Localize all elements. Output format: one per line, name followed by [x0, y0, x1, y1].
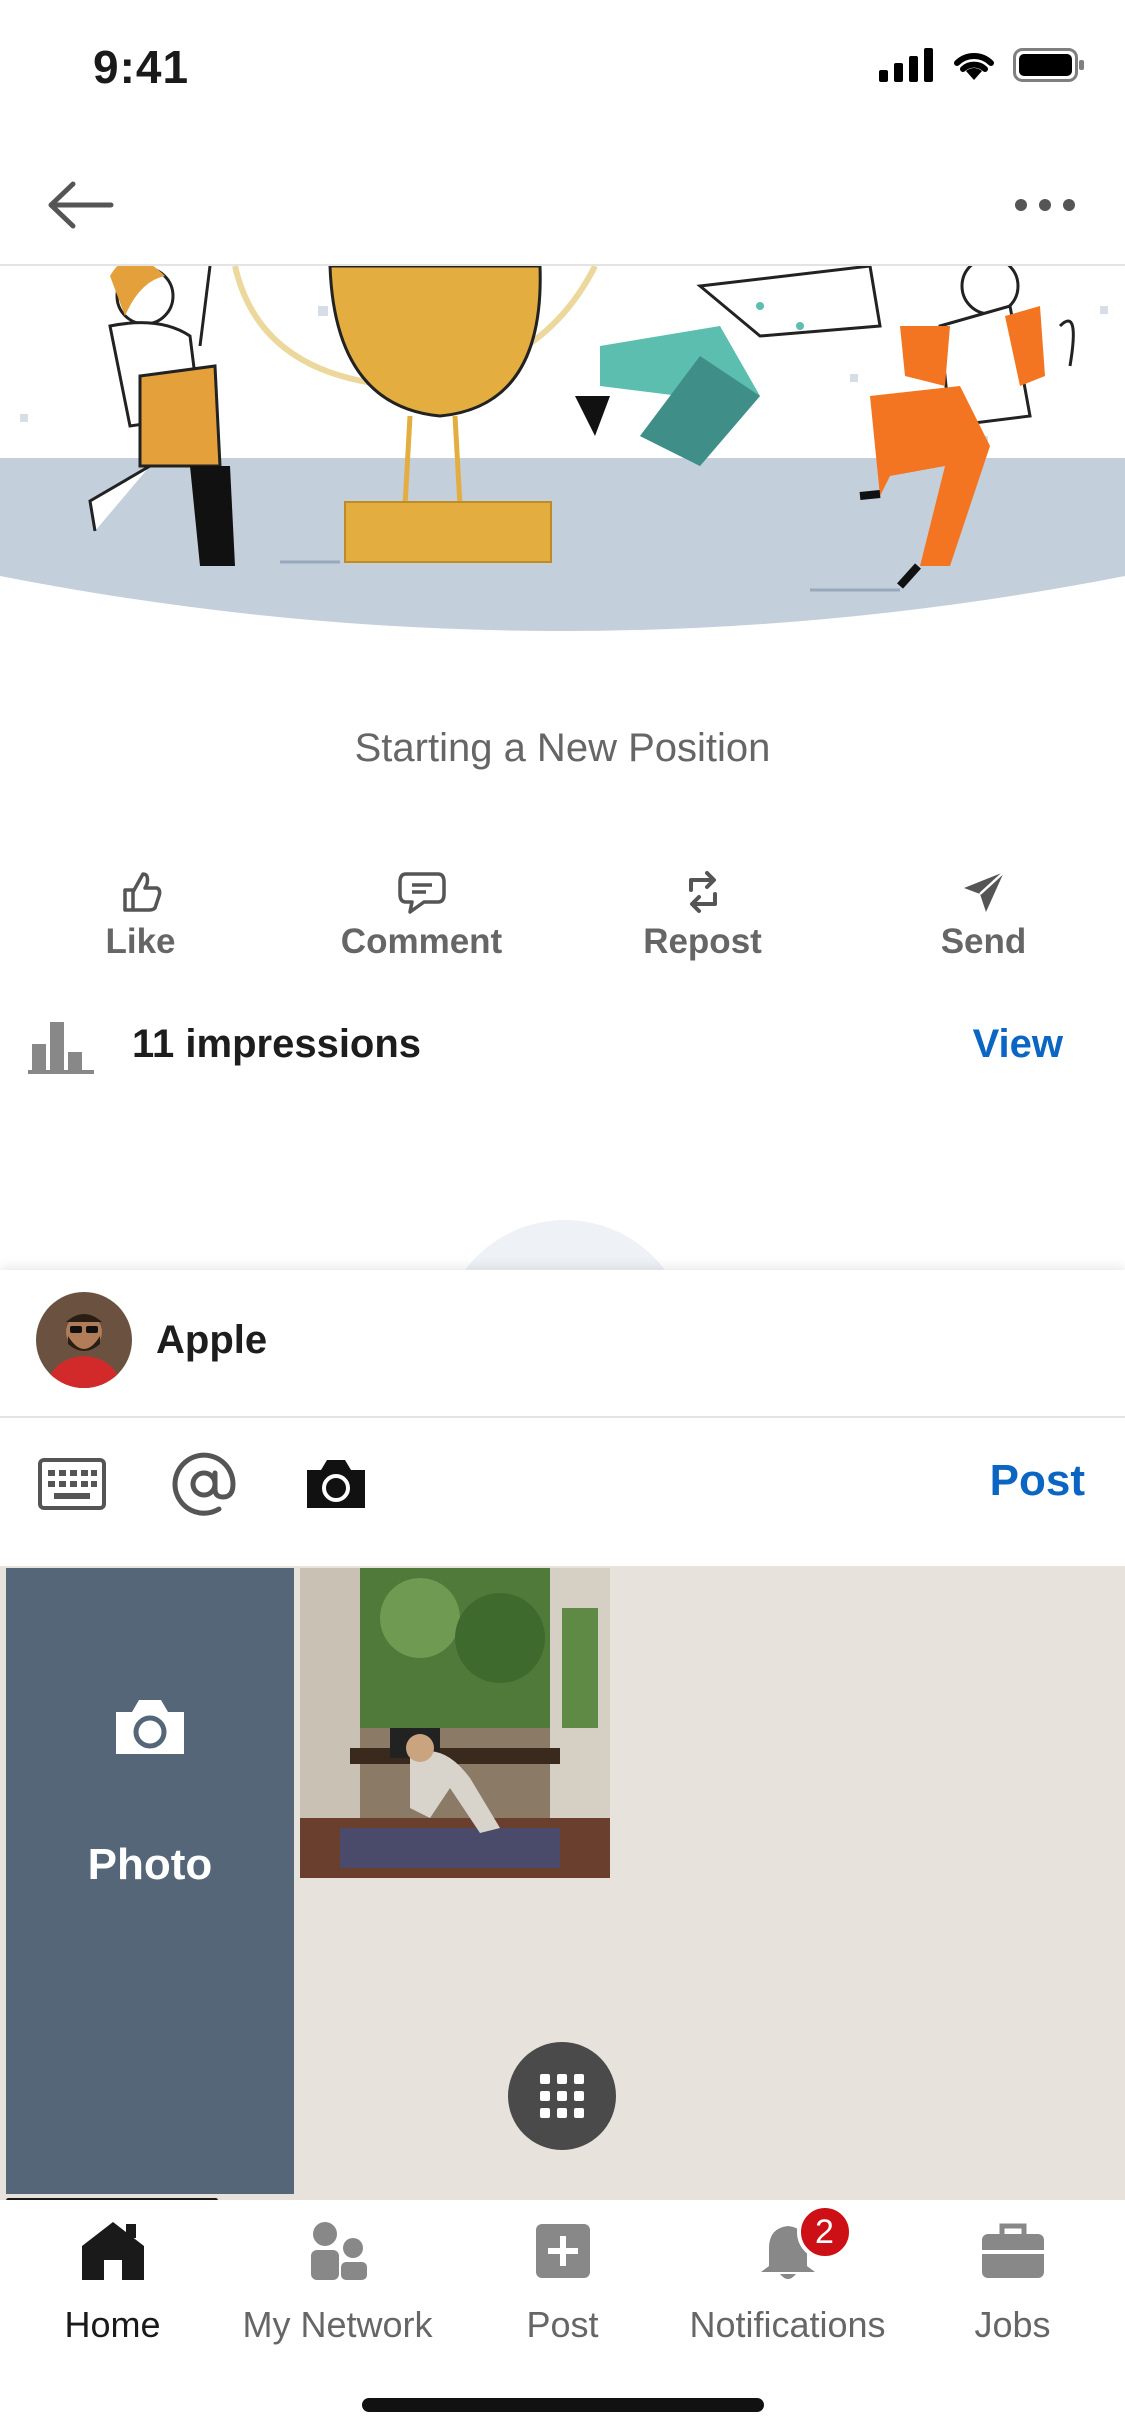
notification-badge: 2	[796, 2204, 853, 2260]
camera-icon	[307, 1460, 365, 1508]
back-button[interactable]	[40, 170, 120, 240]
thumbs-up-icon	[117, 868, 165, 916]
tab-home-label: Home	[64, 2304, 161, 2345]
view-impressions-link[interactable]: View	[973, 1022, 1063, 1067]
impressions-row: 11 impressions View	[0, 1010, 1125, 1080]
comment-label: Comment	[340, 922, 503, 961]
grid-menu-button[interactable]	[508, 2042, 616, 2150]
signal-icon	[879, 48, 933, 82]
media-picker: Photo	[0, 1566, 1125, 2203]
take-photo-tile[interactable]: Photo	[6, 1568, 294, 2194]
avatar	[36, 1292, 132, 1388]
camera-icon	[116, 1700, 184, 1754]
mention-button[interactable]	[168, 1448, 240, 1520]
tab-jobs[interactable]: Jobs	[900, 2216, 1125, 2346]
tab-post[interactable]: Post	[450, 2216, 675, 2346]
home-indicator	[362, 2398, 764, 2412]
composer-author-name: Apple	[156, 1318, 268, 1362]
briefcase-icon	[978, 2216, 1048, 2286]
tab-home[interactable]: Home	[0, 2216, 225, 2346]
send-icon	[960, 868, 1008, 916]
grid-icon	[540, 2074, 584, 2118]
keyboard-icon	[38, 1458, 106, 1510]
gallery-photo-thumbnail[interactable]	[300, 1568, 610, 1878]
repost-button[interactable]: Repost	[562, 868, 843, 978]
tab-my-network[interactable]: My Network	[225, 2216, 450, 2346]
my-network-icon	[303, 2216, 373, 2286]
send-button[interactable]: Send	[843, 868, 1124, 978]
tab-jobs-label: Jobs	[974, 2304, 1051, 2345]
wifi-icon	[954, 52, 994, 80]
status-bar: 9:41	[0, 0, 1125, 140]
bell-icon: 2	[753, 2204, 853, 2286]
social-actions: Like Comment Repost Send	[0, 868, 1125, 978]
top-nav	[0, 140, 1125, 266]
impressions-count: 11 impressions	[132, 1022, 422, 1066]
comment-icon	[397, 868, 446, 916]
status-time: 9:41	[93, 41, 190, 93]
like-label: Like	[105, 922, 176, 961]
composer-divider	[0, 1416, 1125, 1418]
tab-my-network-label: My Network	[242, 2304, 433, 2345]
tab-notifications[interactable]: 2 Notifications	[675, 2204, 900, 2346]
more-dots-icon	[1015, 199, 1075, 211]
comment-composer: Apple Post	[0, 1270, 1125, 1566]
home-icon	[78, 2216, 148, 2286]
comment-button[interactable]: Comment	[281, 868, 562, 978]
tab-notifications-label: Notifications	[689, 2304, 886, 2345]
post-comment-button[interactable]: Post	[990, 1456, 1085, 1506]
analytics-icon	[28, 1022, 94, 1074]
add-post-icon	[528, 2216, 598, 2286]
repost-icon	[679, 868, 727, 916]
repost-label: Repost	[643, 922, 762, 961]
send-label: Send	[940, 922, 1027, 961]
keyboard-button[interactable]	[36, 1448, 108, 1520]
photo-label: Photo	[87, 1840, 213, 1889]
more-options-button[interactable]	[1005, 180, 1085, 230]
tab-post-label: Post	[526, 2304, 599, 2345]
battery-icon	[1013, 48, 1084, 82]
at-mention-icon	[172, 1452, 236, 1516]
camera-button[interactable]	[300, 1448, 372, 1520]
post-title: Starting a New Position	[354, 726, 771, 770]
back-arrow-icon	[48, 181, 114, 229]
like-button[interactable]: Like	[0, 868, 281, 978]
status-icons	[879, 48, 1085, 82]
celebration-illustration	[0, 266, 1125, 666]
